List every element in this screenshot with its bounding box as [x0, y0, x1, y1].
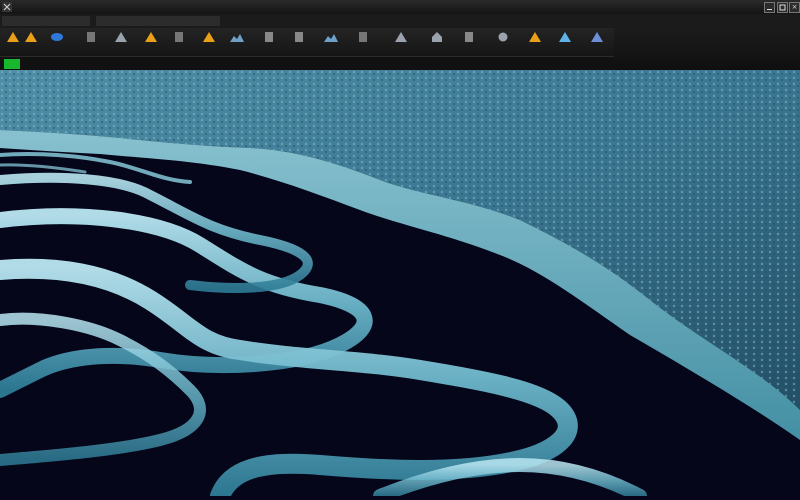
tool-button[interactable]	[166, 29, 192, 55]
layer-tab[interactable]	[60, 59, 92, 69]
gray-panel-icon	[175, 32, 183, 42]
blue-mountain-icon	[591, 32, 603, 42]
tool-button[interactable]	[552, 29, 578, 55]
right-panel	[614, 28, 800, 70]
terrain-icon	[230, 34, 244, 42]
tool-button[interactable]	[388, 29, 414, 55]
tool-button[interactable]	[196, 29, 222, 55]
menu-item[interactable]	[46, 16, 64, 26]
gray-mountain-icon	[395, 32, 407, 42]
app-icon	[2, 2, 12, 12]
tool-button[interactable]	[456, 29, 482, 55]
layer-tab[interactable]	[434, 59, 466, 69]
layer-tab[interactable]	[570, 59, 602, 69]
grid-icon	[295, 32, 303, 42]
layer-tab[interactable]	[366, 59, 398, 69]
gray-mountain-icon	[115, 32, 127, 42]
layer-tab[interactable]	[502, 59, 534, 69]
tool-button[interactable]	[44, 29, 70, 55]
menu-item[interactable]	[64, 16, 90, 26]
tool-button[interactable]	[108, 29, 134, 55]
grid-icon	[465, 32, 473, 42]
orange-triangle-icon	[203, 32, 215, 42]
tool-button[interactable]	[490, 29, 516, 55]
minimize-button[interactable]	[764, 2, 775, 13]
circle-icon	[498, 32, 508, 42]
menu-bar	[0, 14, 800, 28]
layer-tab[interactable]	[162, 59, 194, 69]
close-button[interactable]: ×	[789, 2, 800, 13]
menu-item[interactable]	[124, 16, 150, 26]
tool-button[interactable]	[318, 29, 344, 55]
tool-button[interactable]	[522, 29, 548, 55]
tool-button[interactable]	[224, 29, 250, 55]
menu-item[interactable]	[200, 16, 220, 26]
orange-triangle-icon	[25, 32, 37, 42]
tool-button[interactable]	[78, 29, 104, 55]
menu-item[interactable]	[176, 16, 200, 26]
status-indicator	[4, 59, 20, 69]
tool-button[interactable]	[138, 29, 164, 55]
layer-tab[interactable]	[536, 59, 568, 69]
tool-button[interactable]	[256, 29, 282, 55]
terrain-render	[0, 70, 800, 500]
layer-bar	[0, 56, 614, 71]
terrain-viewport[interactable]	[0, 70, 800, 500]
tool-button[interactable]	[350, 29, 376, 55]
layer-tab[interactable]	[128, 59, 160, 69]
tool-button[interactable]	[18, 29, 44, 55]
gray-square-icon	[87, 32, 95, 42]
layer-tab[interactable]	[298, 59, 330, 69]
house-icon	[432, 32, 442, 42]
menu-item[interactable]	[150, 16, 176, 26]
toolbar	[0, 28, 615, 56]
layer-tab[interactable]	[26, 59, 58, 69]
maximize-button[interactable]	[777, 2, 788, 13]
layer-tab[interactable]	[400, 59, 432, 69]
tool-button[interactable]	[424, 29, 450, 55]
gray-panel-icon	[359, 32, 367, 42]
orange-triangle-icon	[529, 32, 541, 42]
terrain-icon	[324, 34, 338, 42]
grid-icon	[265, 32, 273, 42]
blue-oval-icon	[51, 33, 63, 41]
blue-triangle-icon	[559, 32, 571, 42]
menu-item[interactable]	[16, 16, 46, 26]
orange-triangle-icon	[145, 32, 157, 42]
layer-tab[interactable]	[196, 59, 228, 69]
layer-tab[interactable]	[264, 59, 296, 69]
tool-button[interactable]	[584, 29, 610, 55]
layer-tab[interactable]	[94, 59, 126, 69]
menu-item[interactable]	[96, 16, 124, 26]
layer-tab[interactable]	[230, 59, 262, 69]
title-bar: ×	[0, 0, 800, 15]
tool-button[interactable]	[286, 29, 312, 55]
layer-tab[interactable]	[332, 59, 364, 69]
layer-tab[interactable]	[468, 59, 500, 69]
